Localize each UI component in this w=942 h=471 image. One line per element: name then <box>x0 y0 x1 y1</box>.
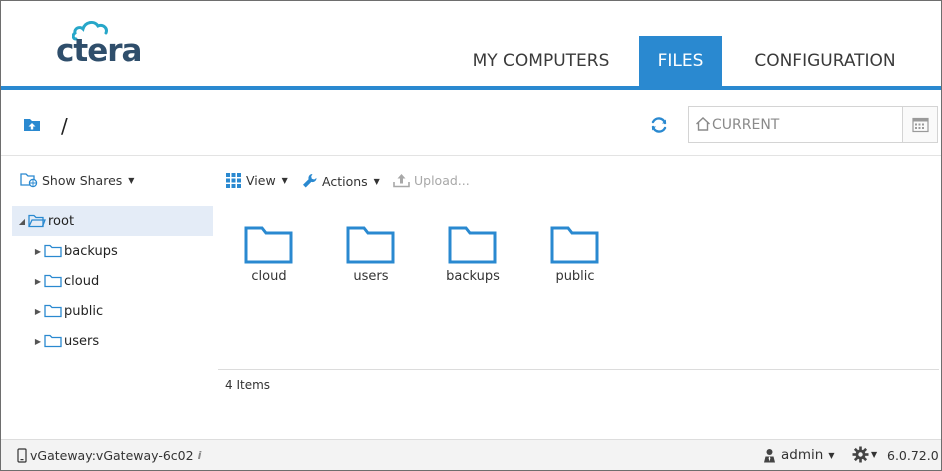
show-shares-button[interactable]: Show Shares ▼ <box>20 172 134 188</box>
folder-icon <box>550 226 599 264</box>
version-label: 6.0.72.0 <box>887 448 939 463</box>
wrench-icon <box>303 173 317 188</box>
snapshot-selector[interactable]: CURRENT <box>688 106 938 143</box>
tree-item-label: cloud <box>64 273 100 289</box>
tab-configuration[interactable]: CONFIGURATION <box>739 36 911 87</box>
device-icon <box>17 448 27 463</box>
upload-button[interactable]: Upload... <box>393 173 470 188</box>
footer: vGateway:vGateway-6c02 i admin ▼ ▼ 6.0.7… <box>1 439 941 470</box>
chevron-down-icon: ▼ <box>128 175 135 185</box>
folder-open-icon <box>28 214 46 228</box>
upload-icon <box>393 174 410 188</box>
shares-icon <box>20 173 38 188</box>
folder-up-icon[interactable] <box>23 117 41 136</box>
folder-icon <box>346 226 395 264</box>
tree-item-label: public <box>64 303 104 319</box>
home-icon <box>696 117 710 131</box>
folder-icon <box>244 226 293 264</box>
collapse-arrow-icon[interactable]: ◢ <box>16 217 28 226</box>
tab-files[interactable]: FILES <box>639 36 722 87</box>
grid-view-icon <box>226 173 241 188</box>
calendar-icon <box>912 117 929 133</box>
folder-icon <box>44 274 62 288</box>
file-toolbar: View ▼ Actions ▼ Upload... <box>218 157 939 207</box>
snapshot-value: CURRENT <box>712 117 780 133</box>
chevron-down-icon: ▼ <box>373 176 380 186</box>
ctera-logo: ctera <box>56 19 166 71</box>
folder-icon <box>44 244 62 258</box>
folder-tile-label: backups <box>446 269 500 284</box>
user-icon <box>764 448 775 462</box>
tree-root[interactable]: ◢ root <box>12 206 213 236</box>
sidebar: Show Shares ▼ ◢ root ▶ backups ▶ cloud ▶… <box>12 157 213 439</box>
folder-tile-label: cloud <box>251 269 287 284</box>
header: ctera MY COMPUTERS FILES CONFIGURATION <box>1 1 941 87</box>
folder-icon <box>448 226 497 264</box>
item-count: 4 Items <box>225 378 271 392</box>
expand-arrow-icon[interactable]: ▶ <box>32 247 44 256</box>
tab-my-computers[interactable]: MY COMPUTERS <box>459 36 623 87</box>
tree-item-label: users <box>64 333 100 349</box>
logo-text: ctera <box>56 33 142 69</box>
settings-menu[interactable]: ▼ <box>852 446 877 463</box>
path-bar: / CURRENT <box>1 90 941 156</box>
folder-tile-cloud[interactable]: cloud <box>229 224 309 294</box>
tree-item-backups[interactable]: ▶ backups <box>12 236 213 266</box>
expand-arrow-icon[interactable]: ▶ <box>32 337 44 346</box>
calendar-button[interactable] <box>902 107 937 142</box>
folder-icon <box>44 334 62 348</box>
folder-icon <box>44 304 62 318</box>
folder-tile-backups[interactable]: backups <box>433 224 513 294</box>
chevron-down-icon: ▼ <box>828 450 835 460</box>
tree-item-public[interactable]: ▶ public <box>12 296 213 326</box>
tree-item-users[interactable]: ▶ users <box>12 326 213 356</box>
status-divider <box>218 369 939 370</box>
user-name: admin <box>781 447 824 463</box>
actions-label: Actions <box>322 173 368 189</box>
view-label: View <box>246 173 276 188</box>
gateway-name: vGateway:vGateway-6c02 <box>30 448 194 463</box>
refresh-icon[interactable] <box>649 115 669 139</box>
tree-item-cloud[interactable]: ▶ cloud <box>12 266 213 296</box>
chevron-down-icon: ▼ <box>281 176 288 185</box>
folder-tile-users[interactable]: users <box>331 224 411 294</box>
chevron-down-icon: ▼ <box>871 450 878 459</box>
expand-arrow-icon[interactable]: ▶ <box>32 277 44 286</box>
show-shares-label: Show Shares <box>42 172 123 188</box>
upload-label: Upload... <box>414 173 470 188</box>
expand-arrow-icon[interactable]: ▶ <box>32 307 44 316</box>
user-menu[interactable]: admin ▼ <box>763 447 834 463</box>
current-path: / <box>61 114 68 138</box>
gear-icon <box>852 446 869 463</box>
gateway-info: vGateway:vGateway-6c02 i <box>17 448 201 463</box>
folder-tile-label: users <box>353 269 389 284</box>
actions-button[interactable]: Actions ▼ <box>302 173 380 189</box>
tree-root-label: root <box>48 213 75 229</box>
info-icon[interactable]: i <box>198 449 202 462</box>
tree-item-label: backups <box>64 243 118 259</box>
folder-tile-label: public <box>555 269 595 284</box>
view-button[interactable]: View ▼ <box>226 173 288 188</box>
folder-tile-public[interactable]: public <box>535 224 615 294</box>
